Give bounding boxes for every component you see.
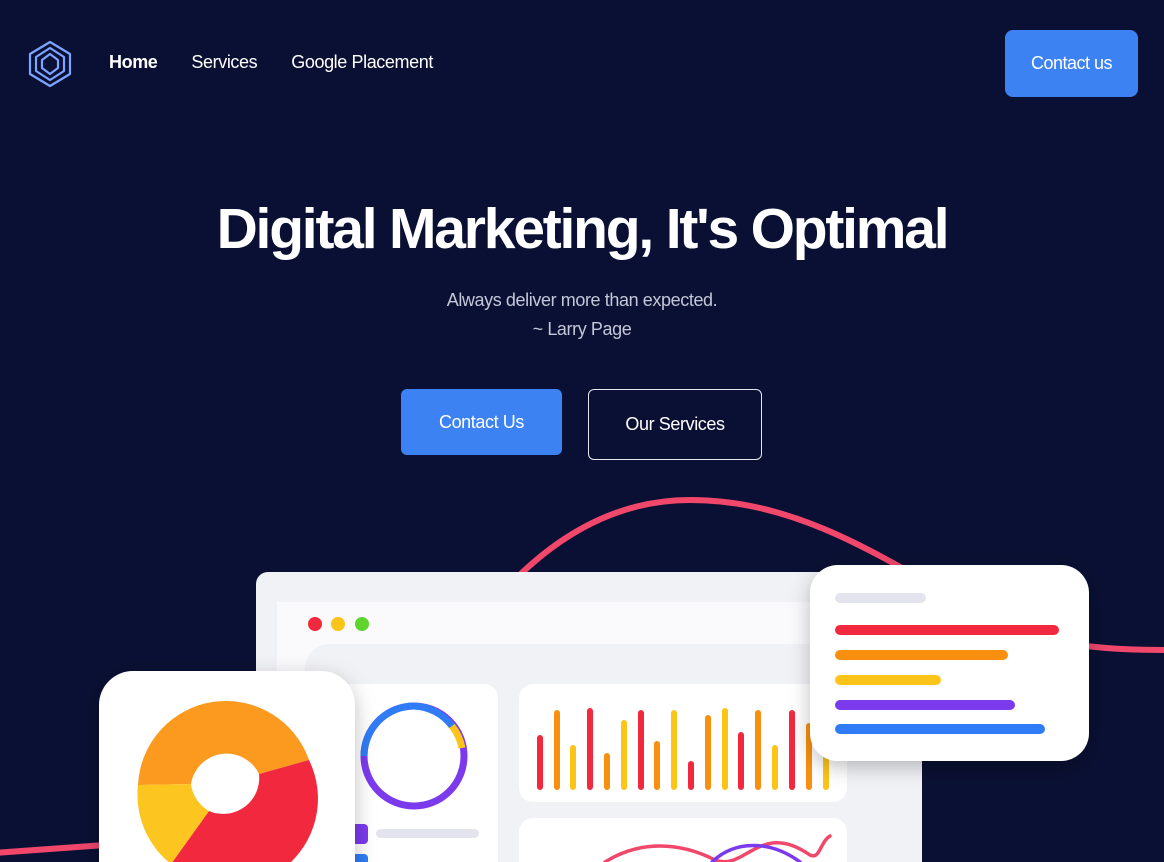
hero-quote: Always deliver more than expected. ~ Lar…	[0, 286, 1164, 344]
window-dot-red	[308, 617, 322, 631]
hero-title: Digital Marketing, It's Optimal	[216, 197, 950, 261]
our-services-button[interactable]: Our Services	[588, 389, 762, 460]
nav-google-placement[interactable]: Google Placement	[291, 52, 433, 73]
nav-home[interactable]: Home	[109, 52, 158, 73]
dashboard-illustration	[0, 496, 1164, 862]
quote-text: Always deliver more than expected.	[446, 290, 718, 310]
window-dot-yellow	[331, 617, 345, 631]
window-dot-green	[355, 617, 369, 631]
contact-us-button[interactable]: Contact Us	[401, 389, 562, 455]
nav-services[interactable]: Services	[191, 52, 257, 73]
main-nav: Home Services Google Placement	[109, 52, 433, 73]
logo-icon[interactable]	[28, 40, 72, 88]
header-contact-button[interactable]: Contact us	[1005, 30, 1138, 97]
quote-author: ~ Larry Page	[532, 319, 632, 339]
